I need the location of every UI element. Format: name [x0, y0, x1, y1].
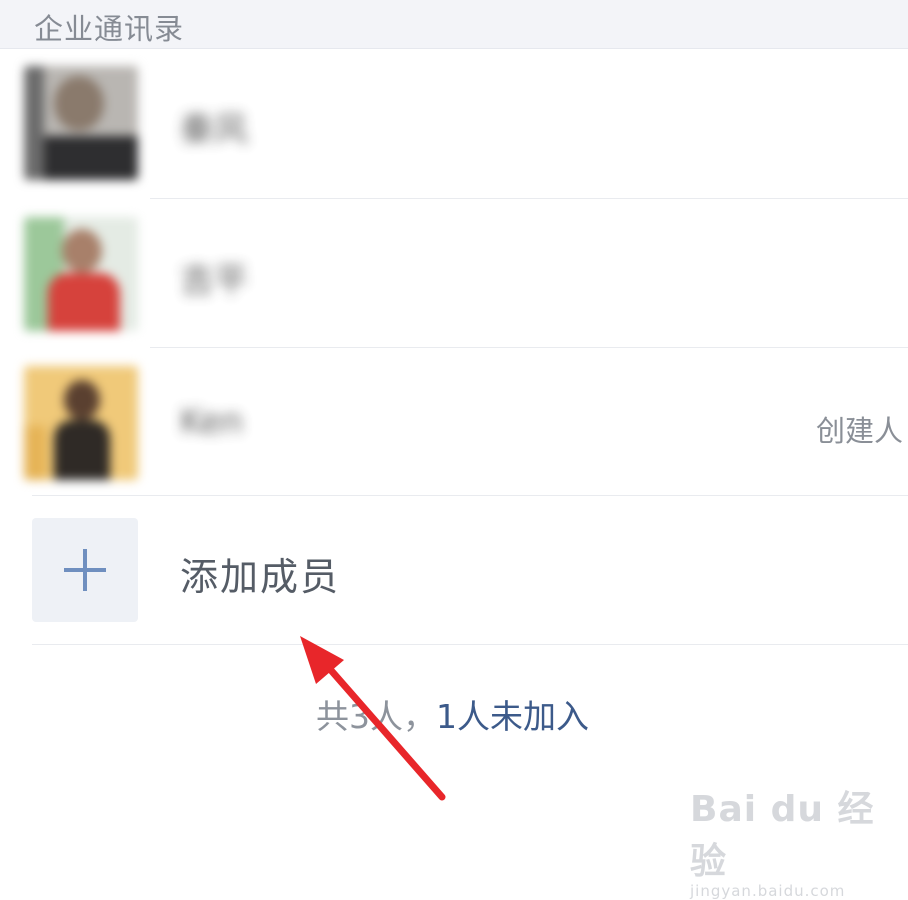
annotation-arrow-icon: [300, 636, 446, 801]
watermark-url: jingyan.baidu.com: [690, 882, 846, 900]
watermark-logo: Bai du 经验: [690, 789, 875, 882]
watermark: Bai du 经验 jingyan.baidu.com: [690, 780, 908, 900]
